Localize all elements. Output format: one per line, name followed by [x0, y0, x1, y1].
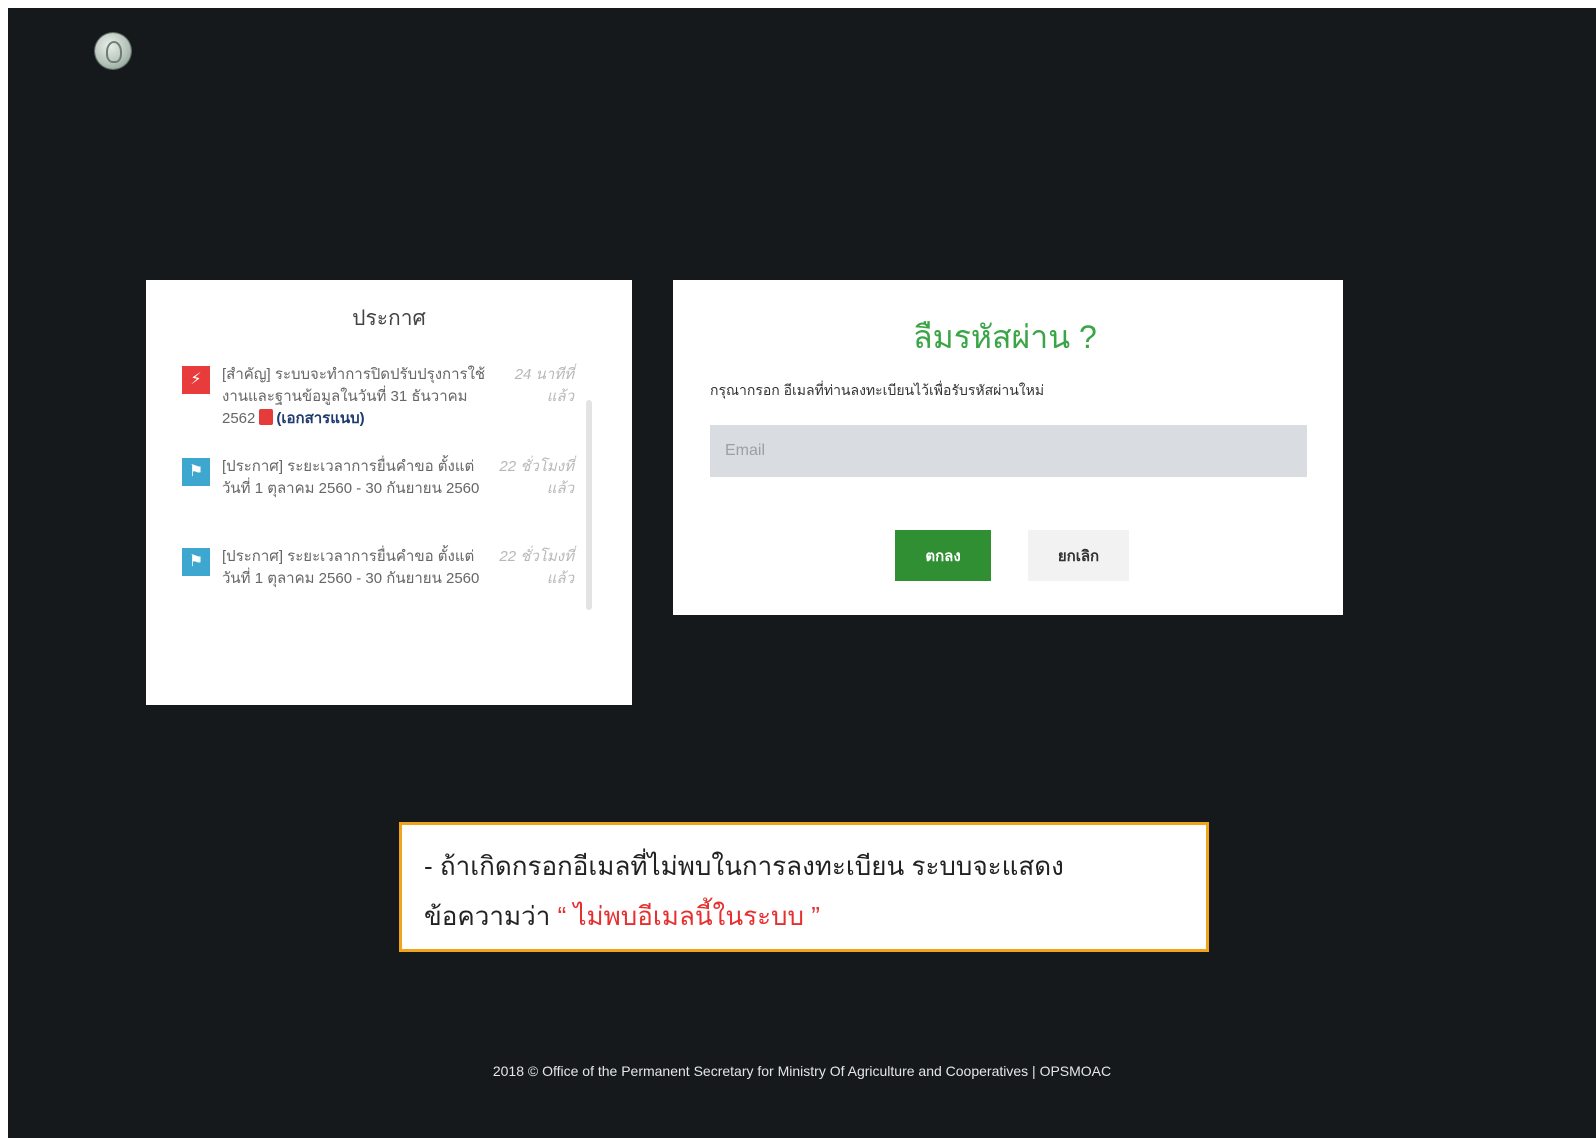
announcement-time: 22 ชั่วโมงที่แล้ว [499, 548, 574, 587]
announcement-text: [ประกาศ] ระยะเวลาการยื่นคำขอ ตั้งแต่ วัน… [222, 458, 480, 497]
annotation-note: - ถ้าเกิดกรอกอีเมลที่ไม่พบในการลงทะเบียน… [399, 822, 1209, 952]
announcement-time: 24 นาทีที่แล้ว [514, 366, 574, 405]
ok-button[interactable]: ตกลง [895, 530, 991, 581]
forgot-password-panel: ลืมรหัสผ่าน ? กรุณากรอก อีเมลที่ท่านลงทะ… [673, 280, 1343, 615]
announcement-panel: ประกาศ ⚡ [สำคัญ] ระบบจะทำการปิดปรับปรุงก… [146, 280, 632, 705]
note-line-1: - ถ้าเกิดกรอกอีเมลที่ไม่พบในการลงทะเบียน… [424, 851, 1064, 881]
note-line-2: ข้อความว่า “ ไม่พบอีเมลนี้ในระบบ ” [424, 891, 1184, 941]
announcement-text: [ประกาศ] ระยะเวลาการยื่นคำขอ ตั้งแต่ วัน… [222, 548, 480, 587]
announcement-scrollbar[interactable] [586, 400, 592, 610]
note-prefix: ข้อความว่า [424, 901, 551, 931]
pdf-icon[interactable] [259, 409, 274, 425]
announcement-title: ประกาศ [352, 307, 426, 330]
ministry-logo-icon [95, 33, 131, 69]
footer-copyright: 2018 © Office of the Permanent Secretary… [492, 1063, 1112, 1079]
forgot-password-title: ลืมรหัสผ่าน ? [913, 319, 1097, 355]
announcement-time: 22 ชั่วโมงที่แล้ว [499, 458, 574, 497]
megaphone-icon: ⚑ [182, 548, 210, 576]
cancel-button[interactable]: ยกเลิก [1028, 530, 1129, 581]
lightning-icon: ⚡ [182, 366, 210, 394]
announcement-text: [สำคัญ] ระบบจะทำการปิดปรับปรุงการใช้งานแ… [222, 366, 486, 427]
email-field[interactable] [710, 425, 1307, 477]
app-screen: ประกาศ ⚡ [สำคัญ] ระบบจะทำการปิดปรับปรุงก… [8, 8, 1596, 1138]
note-error-message: “ ไม่พบอีเมลนี้ในระบบ ” [557, 901, 820, 931]
megaphone-icon: ⚑ [182, 458, 210, 486]
forgot-password-instruction: กรุณากรอก อีเมลที่ท่านลงทะเบียนไว้เพื่อร… [710, 382, 1045, 398]
attachment-link[interactable]: (เอกสารแนบ) [276, 410, 364, 427]
